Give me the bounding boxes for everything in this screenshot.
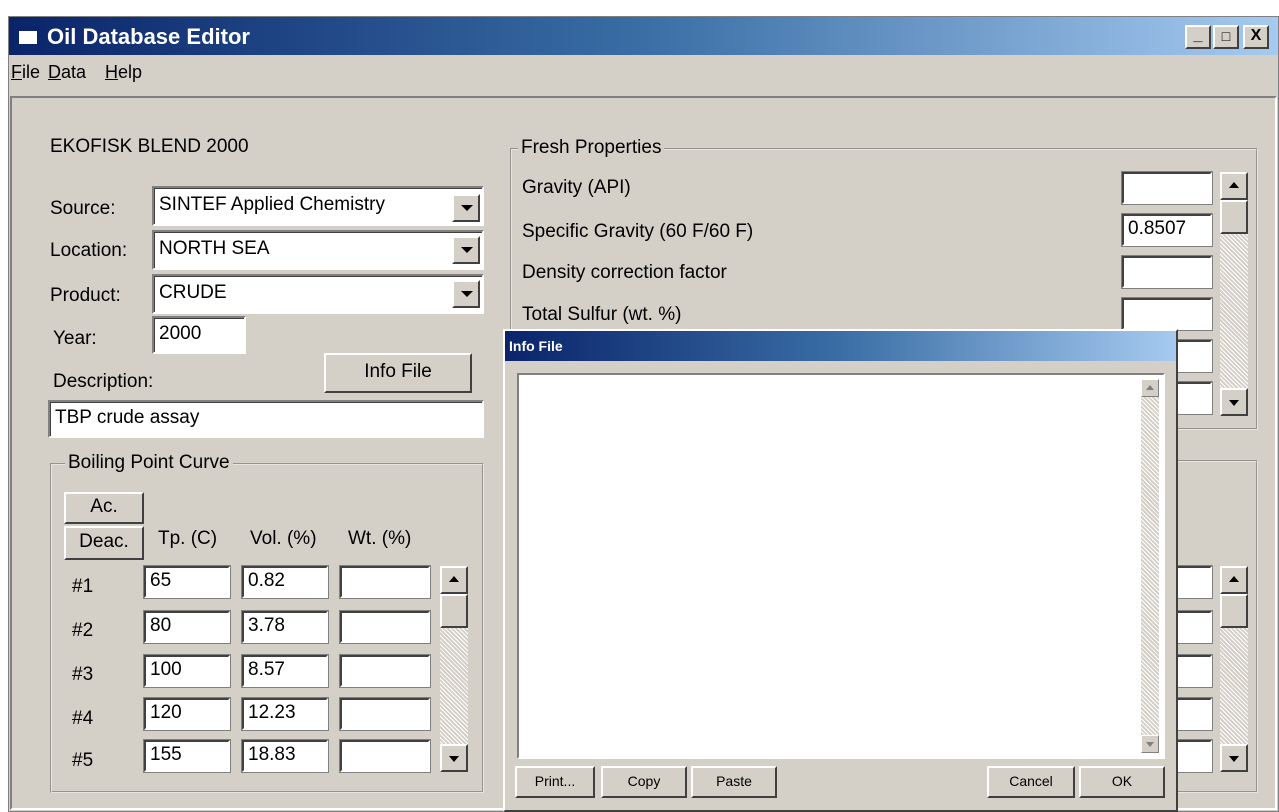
- cancel-button[interactable]: Cancel: [987, 766, 1075, 798]
- right-scroll-thumb[interactable]: [1220, 594, 1248, 628]
- info-scroll-down-icon[interactable]: [1141, 735, 1159, 753]
- row-label: #2: [72, 620, 94, 641]
- info-file-button[interactable]: Info File: [324, 353, 472, 393]
- location-label: Location:: [50, 240, 128, 261]
- ok-button[interactable]: OK: [1079, 766, 1165, 798]
- deactivate-button[interactable]: Deac.: [64, 526, 144, 560]
- right-scroll-up-icon[interactable]: [1220, 566, 1248, 594]
- source-dropdown-arrow-icon[interactable]: [452, 194, 480, 222]
- prop-label: Specific Gravity (60 F/60 F): [522, 221, 754, 242]
- menu-data-accel: D: [48, 62, 61, 82]
- fresh-scroll-up-icon[interactable]: [1220, 172, 1248, 200]
- activate-button[interactable]: Ac.: [64, 492, 144, 524]
- title-bar[interactable]: Oil Database Editor _ □ X: [9, 17, 1278, 55]
- vol-cell[interactable]: 0.82: [242, 566, 328, 598]
- prop-label: Gravity (API): [522, 177, 631, 198]
- wt-cell[interactable]: [340, 566, 430, 598]
- menu-help-accel: H: [105, 62, 118, 82]
- prop-total-sulfur-input[interactable]: [1122, 298, 1212, 330]
- tp-cell[interactable]: 155: [144, 740, 230, 772]
- product-dropdown[interactable]: CRUDE: [152, 274, 484, 314]
- source-dropdown[interactable]: SINTEF Applied Chemistry: [152, 186, 484, 226]
- menu-file[interactable]: File: [11, 62, 40, 83]
- info-scroll-up-arrow: [1146, 385, 1154, 390]
- prop-api-input[interactable]: [1122, 172, 1212, 204]
- boiling-scroll-thumb[interactable]: [440, 594, 468, 628]
- description-label: Description:: [53, 371, 154, 392]
- close-button[interactable]: X: [1243, 25, 1269, 49]
- header-volume: Vol. (%): [250, 528, 317, 549]
- info-scroll-up-icon[interactable]: [1141, 379, 1159, 397]
- prop-label: Total Sulfur (wt. %): [522, 304, 682, 325]
- location-dropdown[interactable]: NORTH SEA: [152, 230, 484, 270]
- product-dropdown-arrow-icon[interactable]: [452, 280, 480, 308]
- source-value: SINTEF Applied Chemistry: [159, 194, 385, 215]
- app-window-icon: [17, 26, 39, 46]
- vol-cell[interactable]: 3.78: [242, 611, 328, 643]
- header-weight: Wt. (%): [348, 528, 412, 549]
- row-label: #5: [72, 750, 94, 771]
- year-label: Year:: [53, 328, 97, 349]
- info-scroll-down-arrow: [1146, 742, 1154, 747]
- boiling-point-title: Boiling Point Curve: [65, 452, 233, 474]
- menu-help[interactable]: Help: [105, 62, 142, 83]
- prop-specific-gravity-input[interactable]: 0.8507: [1122, 214, 1212, 246]
- boiling-scroll-up-icon[interactable]: [440, 566, 468, 594]
- year-input[interactable]: 2000: [152, 316, 246, 354]
- oil-name: EKOFISK BLEND 2000: [50, 136, 249, 157]
- menu-help-rest: elp: [118, 62, 143, 82]
- source-label: Source:: [50, 198, 116, 219]
- menu-file-rest: ile: [22, 62, 41, 82]
- window-title: Oil Database Editor: [47, 24, 250, 49]
- product-value: CRUDE: [159, 282, 227, 303]
- row-label: #3: [72, 664, 94, 685]
- tp-cell[interactable]: 100: [144, 655, 230, 687]
- info-text-area[interactable]: [517, 373, 1165, 759]
- minimize-button[interactable]: _: [1185, 25, 1211, 49]
- prop-label: Density correction factor: [522, 262, 727, 283]
- wt-cell[interactable]: [340, 655, 430, 687]
- vol-cell[interactable]: 8.57: [242, 655, 328, 687]
- menu-data[interactable]: Data: [48, 62, 86, 83]
- fresh-scroll-thumb[interactable]: [1220, 200, 1248, 234]
- right-scroll-down-icon[interactable]: [1220, 744, 1248, 772]
- menu-bar: File Data Help: [9, 55, 1278, 89]
- tp-cell[interactable]: 120: [144, 698, 230, 730]
- menu-data-rest: ata: [61, 62, 87, 82]
- fresh-properties-title: Fresh Properties: [518, 137, 665, 159]
- copy-button[interactable]: Copy: [601, 766, 687, 798]
- menu-file-accel: F: [11, 62, 22, 82]
- boiling-scroll-down-icon[interactable]: [440, 744, 468, 772]
- product-label: Product:: [50, 285, 121, 306]
- fresh-scroll-down-icon[interactable]: [1220, 388, 1248, 416]
- wt-cell[interactable]: [340, 740, 430, 772]
- print-button[interactable]: Print...: [515, 766, 595, 798]
- info-text-scrollbar[interactable]: [1141, 379, 1159, 753]
- year-value: 2000: [159, 323, 202, 344]
- vol-cell[interactable]: 18.83: [242, 740, 328, 772]
- description-value: TBP crude assay: [55, 407, 200, 428]
- vol-cell[interactable]: 12.23: [242, 698, 328, 730]
- row-label: #1: [72, 576, 94, 597]
- wt-cell[interactable]: [340, 611, 430, 643]
- row-label: #4: [72, 708, 94, 729]
- wt-cell[interactable]: [340, 698, 430, 730]
- prop-density-correction-input[interactable]: [1122, 256, 1212, 288]
- paste-button[interactable]: Paste: [691, 766, 777, 798]
- location-value: NORTH SEA: [159, 238, 270, 259]
- dialog-title[interactable]: Info File: [505, 331, 1176, 361]
- header-temperature: Tp. (C): [158, 528, 218, 549]
- tp-cell[interactable]: 80: [144, 611, 230, 643]
- info-file-dialog: Info File Print... Copy Paste Cancel OK: [503, 329, 1178, 812]
- location-dropdown-arrow-icon[interactable]: [452, 236, 480, 264]
- maximize-button[interactable]: □: [1213, 25, 1239, 49]
- tp-cell[interactable]: 65: [144, 566, 230, 598]
- description-input[interactable]: TBP crude assay: [48, 400, 484, 438]
